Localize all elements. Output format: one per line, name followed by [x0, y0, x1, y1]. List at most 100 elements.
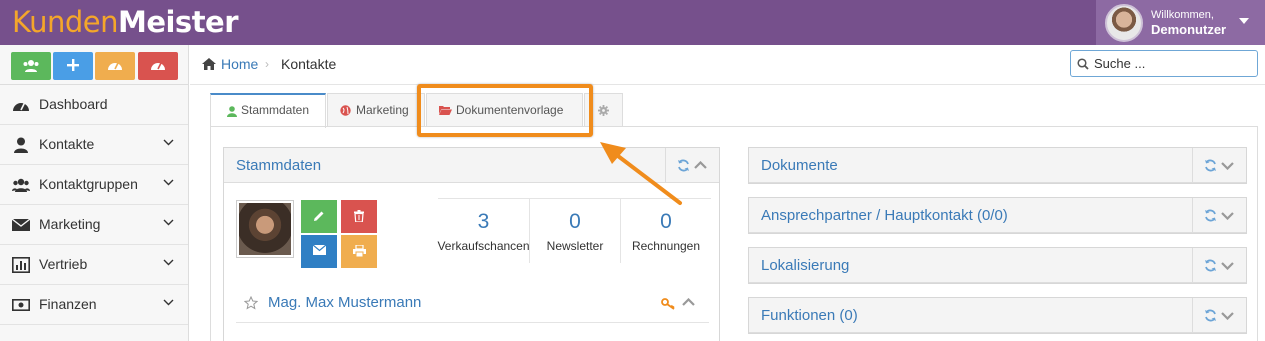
breadcrumb-home-link[interactable]: Home: [221, 56, 258, 72]
trash-icon: [354, 210, 364, 223]
panel-title: Funktionen (0): [761, 307, 858, 324]
edit-button[interactable]: [301, 200, 337, 233]
chevron-down-icon[interactable]: [1221, 312, 1234, 320]
user-icon: [227, 106, 237, 117]
panel-title: Stammdaten: [236, 157, 322, 174]
sidebar-item-vertrieb[interactable]: Vertrieb: [0, 245, 188, 285]
ansprechpartner-panel: Ansprechpartner / Hauptkontakt (0/0): [748, 197, 1247, 234]
chevron-up-icon[interactable]: [682, 298, 695, 306]
panel-header[interactable]: Lokalisierung: [749, 248, 1246, 283]
app-logo[interactable]: KundenMeister: [12, 3, 239, 41]
stat-verkaufschancen[interactable]: 3 Verkaufschancen: [437, 199, 529, 263]
sidebar-item-kontakte[interactable]: Kontakte: [0, 125, 188, 165]
panel-header[interactable]: Ansprechpartner / Hauptkontakt (0/0): [749, 198, 1246, 233]
pencil-icon: [314, 211, 324, 221]
panel-title: Ansprechpartner / Hauptkontakt (0/0): [761, 207, 1008, 224]
stat-label: Verkaufschancen: [437, 239, 530, 253]
quick-add-button[interactable]: [53, 52, 93, 80]
logo-part-meister: Meister: [117, 5, 239, 39]
stat-value: 0: [569, 210, 581, 233]
envelope-icon: [312, 244, 326, 255]
stat-value: 3: [477, 210, 490, 233]
username: Demonutzer: [1151, 22, 1227, 37]
chevron-down-icon[interactable]: [1221, 262, 1234, 270]
refresh-icon[interactable]: [1204, 159, 1217, 172]
search-box[interactable]: [1070, 50, 1258, 77]
panel-controls: [665, 148, 719, 182]
main-content: Stammdaten Marketing Dokumentenvorlage S…: [190, 86, 1265, 341]
panel-controls: [1192, 148, 1246, 182]
panel-header[interactable]: Dokumente: [749, 148, 1246, 183]
dokumente-panel: Dokumente: [748, 147, 1247, 184]
globe-icon: [340, 105, 351, 116]
email-button[interactable]: [301, 235, 337, 268]
lokalisierung-panel: Lokalisierung: [748, 247, 1247, 284]
print-icon: [352, 244, 366, 258]
delete-button[interactable]: [341, 200, 377, 233]
quick-contacts-button[interactable]: [11, 52, 51, 80]
search-input[interactable]: [1094, 54, 1254, 73]
sidebar-item-dashboard[interactable]: Dashboard: [0, 85, 188, 125]
chevron-up-icon[interactable]: [694, 161, 707, 169]
tab-stammdaten[interactable]: Stammdaten: [210, 93, 326, 128]
money-icon: [12, 298, 30, 311]
users-icon: [12, 178, 30, 192]
caret-down-icon: [1239, 18, 1249, 24]
sidebar-item-label: Vertrieb: [39, 256, 88, 272]
chevron-down-icon: [163, 179, 174, 186]
plus-icon: [67, 59, 79, 71]
funktionen-panel: Funktionen (0): [748, 297, 1247, 334]
breadcrumb-separator: ›: [265, 57, 269, 71]
sidebar-item-label: Dashboard: [39, 96, 108, 112]
sidebar-item-marketing[interactable]: Marketing: [0, 205, 188, 245]
panel-title: Lokalisierung: [761, 257, 850, 274]
star-icon[interactable]: [244, 296, 258, 310]
print-button[interactable]: [341, 235, 377, 268]
sidebar-item-kontaktgruppen[interactable]: Kontaktgruppen: [0, 165, 188, 205]
sidebar-item-label: Kontaktgruppen: [39, 176, 138, 192]
stat-label: Rechnungen: [631, 239, 701, 253]
stat-value: 0: [660, 210, 672, 233]
search-icon: [1077, 58, 1089, 70]
user-menu[interactable]: Willkommen, Demonutzer: [1096, 0, 1265, 45]
contact-photo: [236, 200, 294, 258]
chevron-down-icon[interactable]: [1221, 162, 1234, 170]
panel-controls: [1192, 248, 1246, 282]
panel-title: Dokumente: [761, 157, 838, 174]
highlight-box: [417, 84, 593, 137]
chevron-down-icon[interactable]: [1221, 212, 1234, 220]
chevron-down-icon: [163, 219, 174, 226]
panel-header[interactable]: Funktionen (0): [749, 298, 1246, 333]
quick-dashboard-button[interactable]: [95, 52, 135, 80]
tab-label: Marketing: [356, 103, 409, 117]
chevron-down-icon: [163, 139, 174, 146]
avatar: [1105, 4, 1143, 42]
stat-rechnungen[interactable]: 0 Rechnungen: [620, 199, 711, 263]
refresh-icon[interactable]: [677, 159, 690, 172]
tab-content: Stammdaten 3 Verkaufschancen 0 Newslette…: [210, 126, 1258, 341]
chevron-down-icon: [163, 299, 174, 306]
refresh-icon[interactable]: [1204, 259, 1217, 272]
logo-part-kunden: Kunden: [12, 5, 118, 39]
key-icon[interactable]: [661, 298, 675, 310]
sidebar: Dashboard Kontakte Kontaktgruppen Market…: [0, 45, 189, 341]
stat-label: Newsletter: [546, 239, 604, 253]
sidebar-item-finanzen[interactable]: Finanzen: [0, 285, 188, 325]
quick-report-button[interactable]: [138, 52, 178, 80]
tab-marketing[interactable]: Marketing: [327, 93, 425, 127]
home-icon: [202, 58, 216, 70]
tab-label: Stammdaten: [241, 103, 310, 117]
gear-icon: [598, 105, 609, 116]
refresh-icon[interactable]: [1204, 209, 1217, 222]
stammdaten-panel: Stammdaten 3 Verkaufschancen 0 Newslette…: [223, 147, 720, 341]
dashboard-icon: [108, 62, 122, 70]
contact-name[interactable]: Mag. Max Mustermann: [268, 294, 421, 311]
panel-controls: [1192, 198, 1246, 232]
refresh-icon[interactable]: [1204, 309, 1217, 322]
user-icon: [14, 137, 28, 153]
quick-buttons: [0, 45, 188, 85]
envelope-icon: [12, 218, 30, 231]
dashboard-icon: [13, 102, 29, 111]
bar-chart-icon: [12, 257, 30, 273]
stat-newsletter[interactable]: 0 Newsletter: [529, 199, 620, 263]
